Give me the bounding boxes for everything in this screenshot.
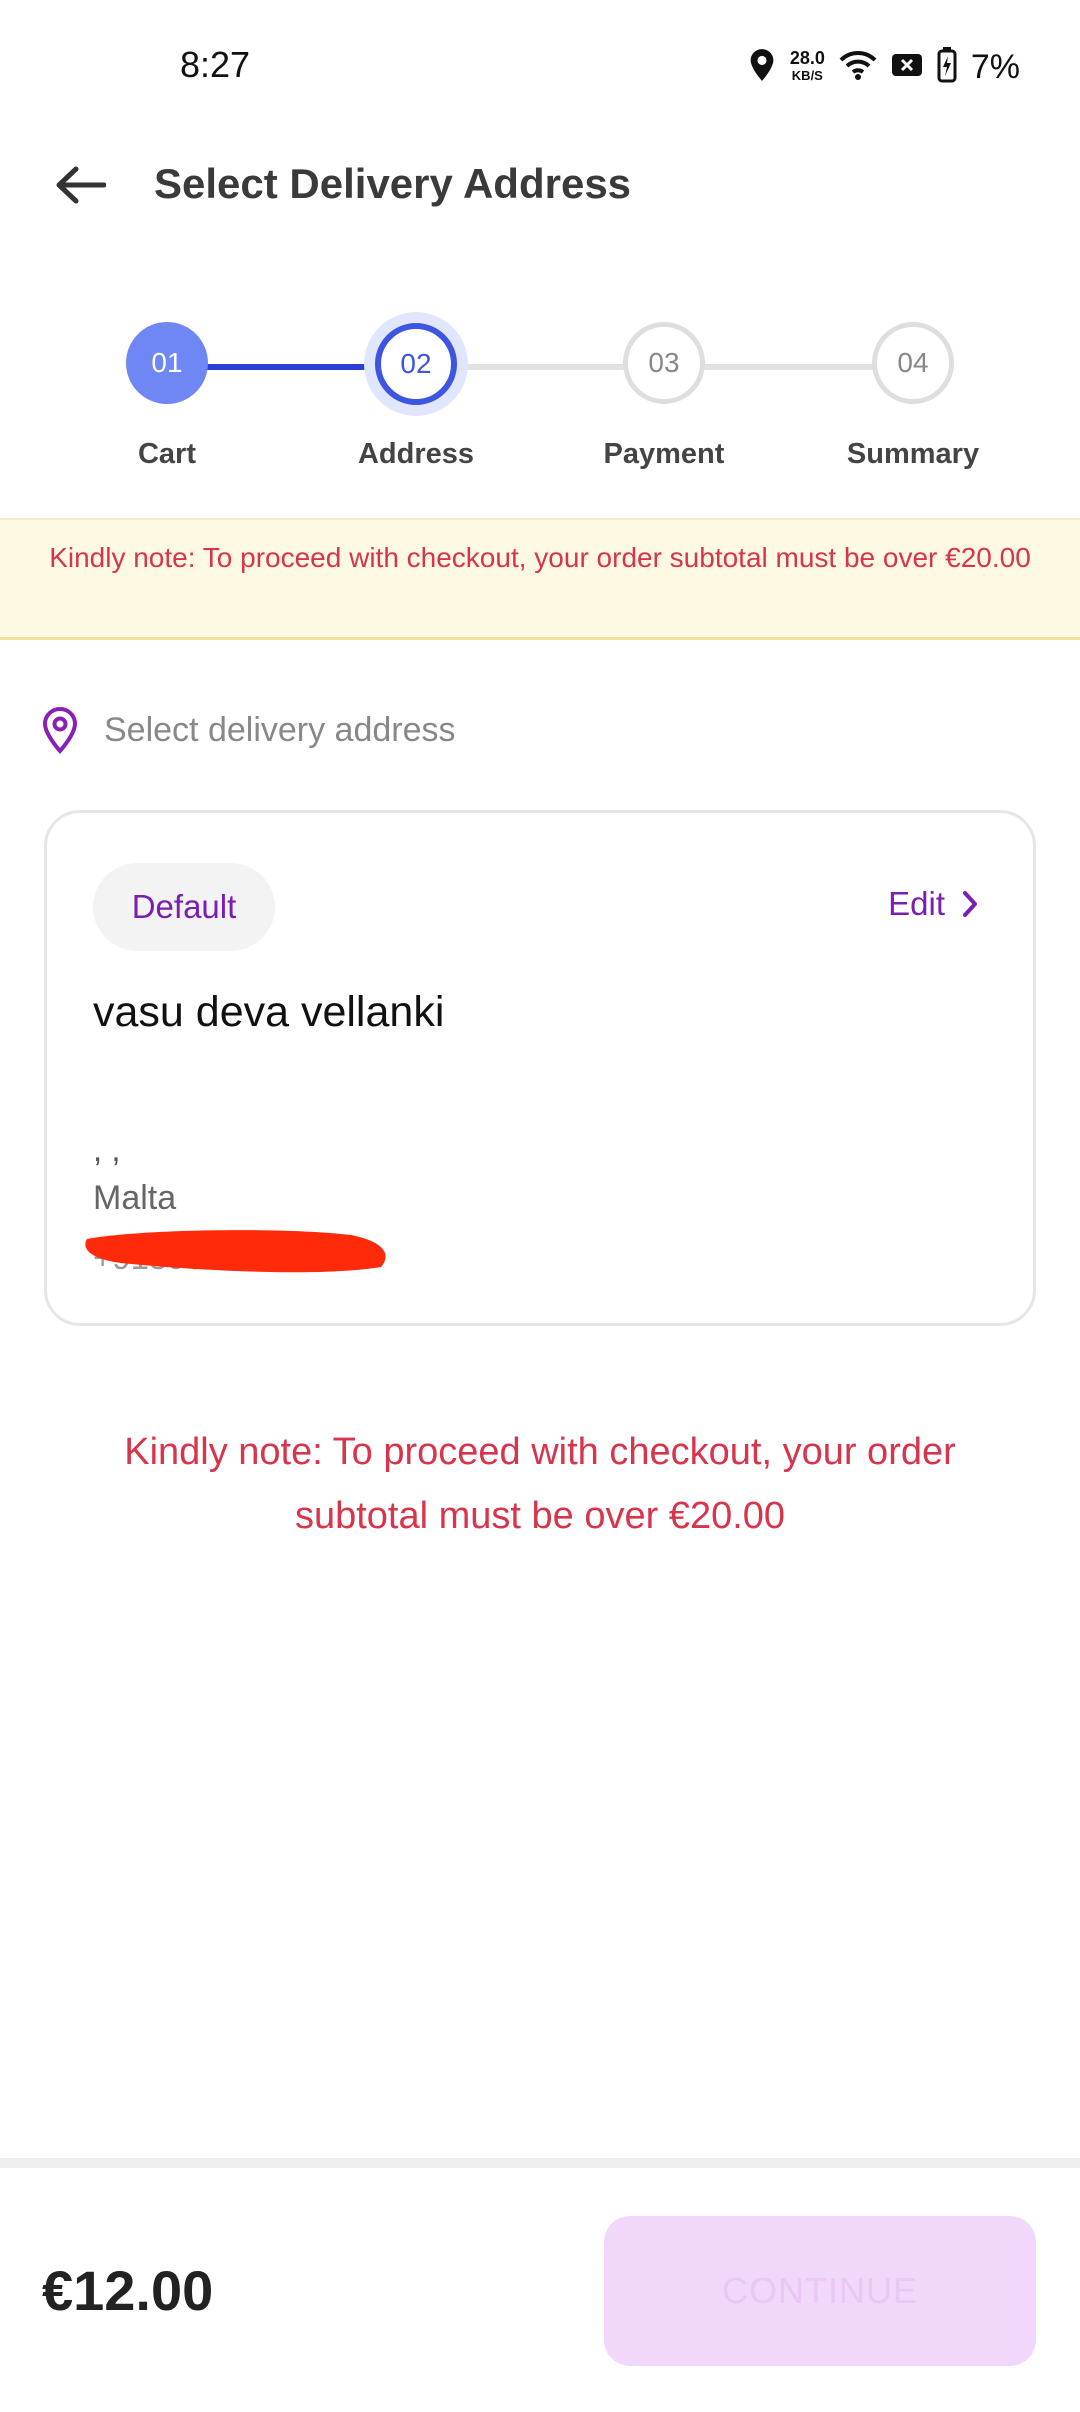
footer-divider <box>0 2158 1080 2168</box>
location-pin-icon <box>42 706 78 754</box>
address-section-title: Select delivery address <box>104 710 456 749</box>
address-country: Malta <box>93 1179 177 1217</box>
address-line: , , <box>93 1131 121 1168</box>
recipient-name: vasu deva vellanki <box>93 988 445 1036</box>
continue-button[interactable]: CONTINUE <box>604 2216 1036 2366</box>
location-icon <box>748 48 776 87</box>
wifi-icon <box>839 49 877 86</box>
step-address-label: Address <box>357 438 475 470</box>
step-cart-label: Cart <box>137 438 196 470</box>
chevron-right-icon <box>963 891 977 917</box>
status-icons: 28.0 KB/S 7% <box>748 44 1020 90</box>
step-payment: 03 <box>619 322 709 404</box>
step-summary-label: Summary <box>846 438 980 470</box>
arrow-left-icon <box>56 166 106 204</box>
step-cart-number: 01 <box>126 322 208 404</box>
battery-charging-icon <box>937 46 957 88</box>
network-speed-value: 28.0 <box>789 48 825 68</box>
network-speed: 28.0 KB/S <box>790 49 825 85</box>
address-section-header: Select delivery address <box>40 700 456 760</box>
status-bar: 8:27 28.0 KB/S 7% <box>0 0 1080 140</box>
edit-address-button[interactable]: Edit <box>888 885 979 923</box>
back-button[interactable] <box>50 155 110 215</box>
step-address: 02 <box>364 312 468 416</box>
checkout-stepper: 01 02 03 04 Cart Address Payment Summary <box>0 310 1080 490</box>
status-time: 8:27 <box>180 44 251 85</box>
sim-off-icon <box>891 51 923 84</box>
order-total: €12.00 <box>42 2259 214 2322</box>
redaction-scribble <box>85 1230 386 1273</box>
default-badge: Default <box>93 863 275 951</box>
page-title: Select Delivery Address <box>154 160 632 207</box>
app-bar: Select Delivery Address <box>0 130 1080 240</box>
step-payment-number: 03 <box>623 322 705 404</box>
subtotal-notice: Kindly note: To proceed with checkout, y… <box>124 1431 956 1537</box>
subtotal-notice-banner: Kindly note: To proceed with checkout, y… <box>0 518 1080 640</box>
address-card[interactable]: Default Edit vasu deva vellanki , , Malt… <box>44 810 1036 1326</box>
edit-label: Edit <box>888 885 945 922</box>
step-payment-label: Payment <box>603 438 725 470</box>
network-speed-unit: KB/S <box>791 68 823 83</box>
step-cart: 01 <box>122 322 212 404</box>
step-address-number: 02 <box>375 323 457 405</box>
battery-percent: 7% <box>970 47 1020 86</box>
step-summary-number: 04 <box>872 322 954 404</box>
step-summary: 04 <box>868 322 958 404</box>
